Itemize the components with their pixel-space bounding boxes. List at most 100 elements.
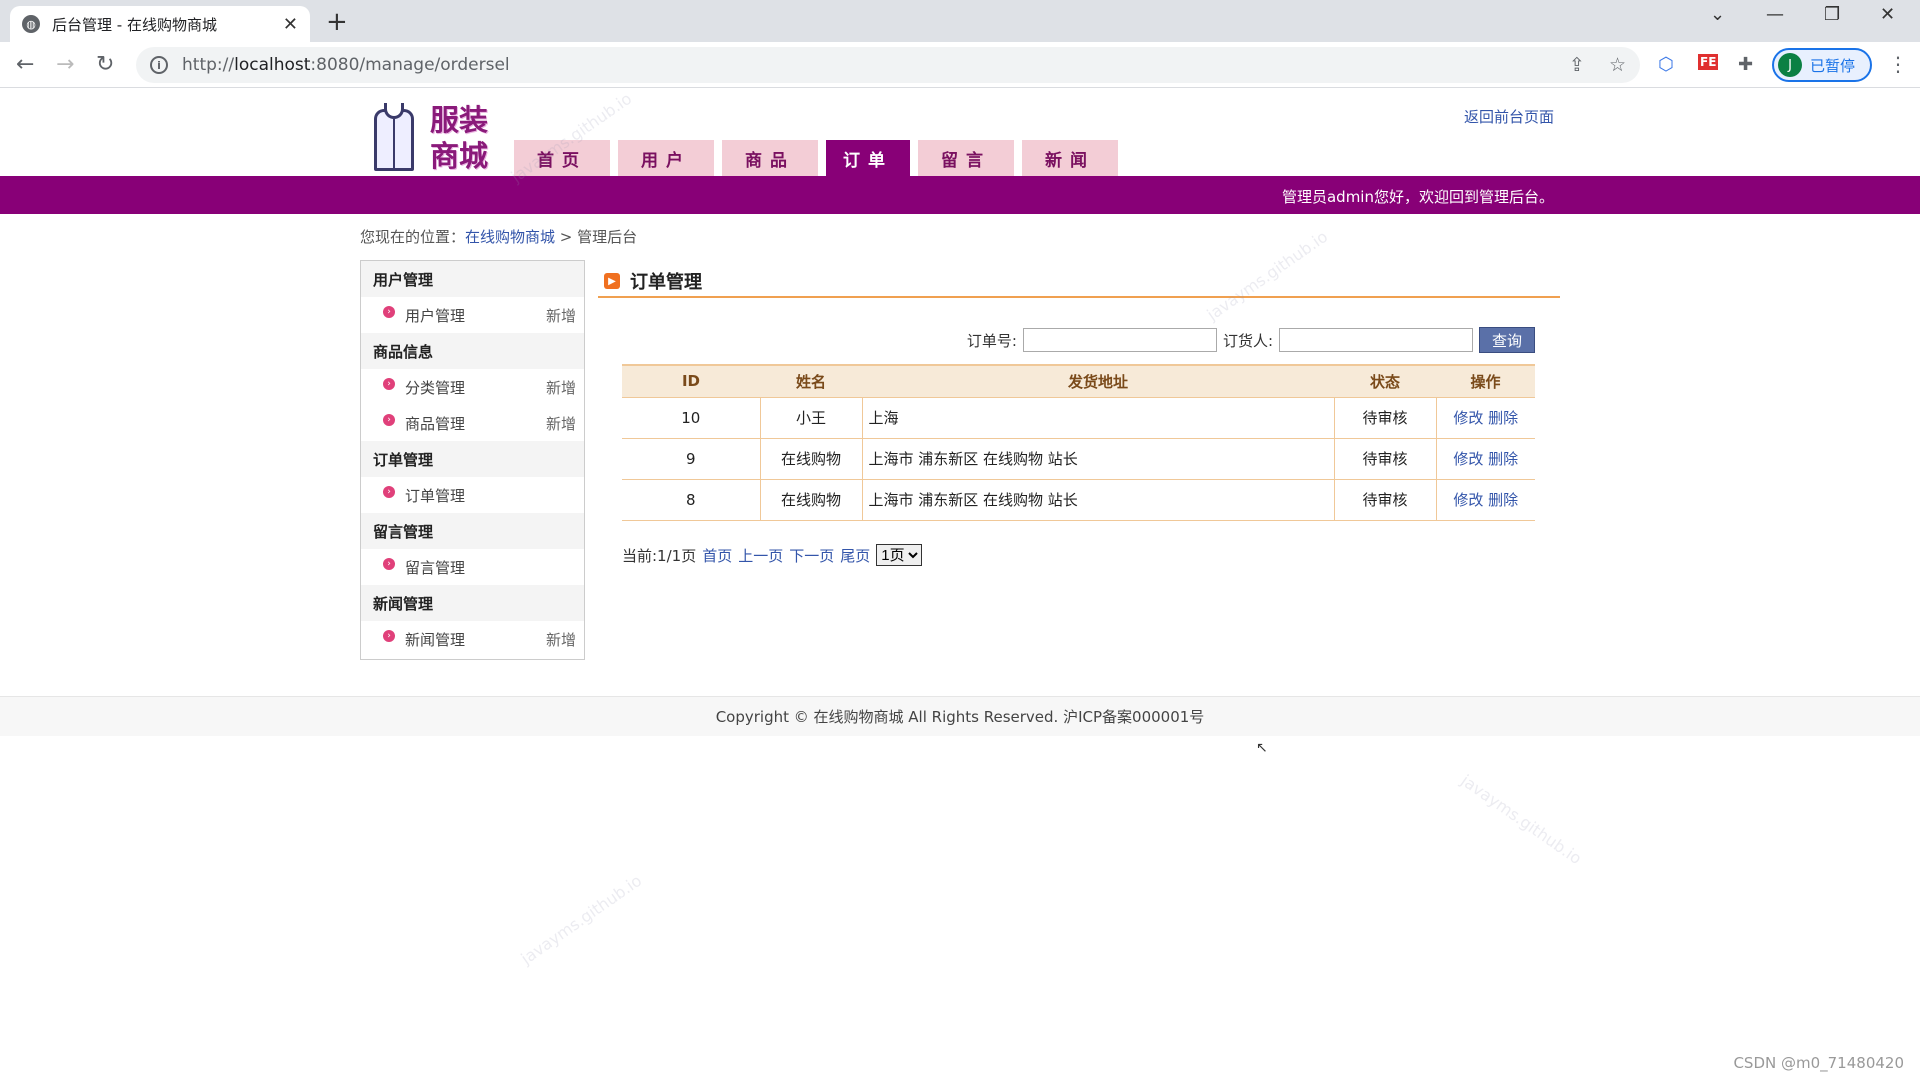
bookmark-star-icon[interactable]: ☆ [1609,54,1626,76]
last-page-link[interactable]: 尾页 [840,545,870,566]
breadcrumb-separator: > [555,228,578,246]
page-title: 订单管理 [630,272,702,293]
profile-status-label: 已暂停 [1810,56,1856,75]
search-form: 订单号: 订货人: 查询 [598,326,1535,354]
browser-tab[interactable]: ◍ 后台管理 - 在线购物商城 ✕ [10,6,310,42]
site-footer: Copyright © 在线购物商城 All Rights Reserved. … [0,696,1920,736]
table-row: 9 在线购物 上海市 浦东新区 在线购物 站长 待审核 修改 删除 [622,438,1535,480]
browser-toolbar: ← → ↻ i http://localhost:8080/manage/ord… [0,42,1920,88]
sidebar-group-news: 新闻管理 [361,585,584,621]
edit-link[interactable]: 修改 [1453,450,1483,468]
tab-search-chevron-icon[interactable]: ⌄ [1710,4,1725,25]
cell-id: 8 [622,479,760,521]
bullet-icon: › [383,486,395,498]
cell-name: 小王 [759,397,862,439]
site-header: 服装 商城 返回前台页面 首页 用户 商品 订单 留言 新闻 [0,88,1920,176]
pagination: 当前:1/1页 首页 上一页 下一页 尾页 1页 [622,544,923,566]
cell-status: 待审核 [1333,397,1436,439]
edit-link[interactable]: 修改 [1453,491,1483,509]
buyer-input[interactable] [1279,328,1473,352]
back-icon[interactable]: ← [16,52,34,77]
return-frontend-link[interactable]: 返回前台页面 [1464,106,1554,127]
table-row: 8 在线购物 上海市 浦东新区 在线购物 站长 待审核 修改 删除 [622,479,1535,521]
sidebar-group-messages: 留言管理 [361,513,584,549]
sidebar-item-message-manage: › 留言管理 [361,549,584,585]
sidebar-item-user-manage: › 用户管理 新增 [361,297,584,333]
reload-icon[interactable]: ↻ [96,52,114,77]
nav-tab-products[interactable]: 商品 [722,140,818,176]
url-text: http://localhost:8080/manage/ordersel [182,55,510,75]
cell-address: 上海市 浦东新区 在线购物 站长 [861,438,1334,480]
sidebar-link-category-manage[interactable]: 分类管理 [405,377,465,398]
profile-button[interactable]: J 已暂停 [1772,48,1872,82]
add-news-link[interactable]: 新增 [546,629,576,650]
logo-text: 服装 商城 [430,103,489,173]
sidebar-link-message-manage[interactable]: 留言管理 [405,557,465,578]
minimize-icon[interactable]: — [1766,4,1784,25]
nav-tab-messages[interactable]: 留言 [918,140,1014,176]
delete-link[interactable]: 删除 [1488,409,1518,427]
order-no-label: 订单号: [966,331,1017,350]
site-info-icon[interactable]: i [150,56,168,74]
delete-link[interactable]: 删除 [1488,491,1518,509]
globe-icon: ◍ [22,15,40,33]
search-button[interactable]: 查询 [1479,327,1535,353]
extension-fe-icon[interactable]: FE [1698,54,1719,70]
cell-actions: 修改 删除 [1435,479,1535,521]
restore-icon[interactable]: ❐ [1824,4,1840,25]
new-tab-icon[interactable]: + [326,7,348,37]
cell-name: 在线购物 [759,438,862,480]
site-logo[interactable]: 服装 商城 [368,102,500,174]
prev-page-link[interactable]: 上一页 [738,545,783,566]
next-page-link[interactable]: 下一页 [789,545,834,566]
address-bar[interactable]: i http://localhost:8080/manage/ordersel … [136,47,1640,83]
breadcrumb: 您现在的位置：在线购物商城 > 管理后台 [360,226,637,247]
bullet-icon: › [383,630,395,642]
col-header-name: 姓名 [760,364,862,398]
edit-link[interactable]: 修改 [1453,409,1483,427]
first-page-link[interactable]: 首页 [702,545,732,566]
page-indicator: 当前:1/1页 [622,546,697,565]
close-tab-icon[interactable]: ✕ [283,14,298,35]
avatar: J [1778,53,1802,77]
cell-id: 9 [622,438,760,480]
table-row: 10 小王 上海 待审核 修改 删除 [622,397,1535,439]
bullet-icon: › [383,558,395,570]
sidebar-group-products: 商品信息 [361,333,584,369]
nav-tab-users[interactable]: 用户 [618,140,714,176]
browser-menu-icon[interactable]: ⋮ [1888,52,1908,76]
cell-actions: 修改 删除 [1435,438,1535,480]
extensions-puzzle-icon[interactable]: ✚ [1738,54,1753,75]
extension-hexagon-icon[interactable]: ⬡ [1658,54,1674,75]
sidebar-item-product-manage: › 商品管理 新增 [361,405,584,441]
delete-link[interactable]: 删除 [1488,450,1518,468]
add-category-link[interactable]: 新增 [546,377,576,398]
csdn-watermark: CSDN @m0_71480420 [1733,1054,1904,1072]
forward-icon[interactable]: → [56,52,74,77]
table-header-row: ID 姓名 发货地址 状态 操作 [622,364,1535,398]
bullet-icon: › [383,306,395,318]
sidebar-link-user-manage[interactable]: 用户管理 [405,305,465,326]
add-product-link[interactable]: 新增 [546,413,576,434]
col-header-address: 发货地址 [862,364,1334,398]
buyer-label: 订货人: [1222,331,1273,350]
welcome-text: 管理员admin您好，欢迎回到管理后台。 [1281,188,1554,206]
breadcrumb-home-link[interactable]: 在线购物商城 [465,228,555,246]
sidebar-link-product-manage[interactable]: 商品管理 [405,413,465,434]
nav-tab-orders[interactable]: 订单 [826,140,910,176]
cell-address: 上海市 浦东新区 在线购物 站长 [861,479,1334,521]
close-window-icon[interactable]: ✕ [1880,4,1895,25]
add-user-link[interactable]: 新增 [546,305,576,326]
page-select[interactable]: 1页 [876,544,923,566]
col-header-status: 状态 [1334,364,1436,398]
admin-sidebar: 用户管理 › 用户管理 新增 商品信息 › 分类管理 新增 › 商品管理 新增 … [360,260,585,660]
main-panel: ▶ 订单管理 订单号: 订货人: 查询 ID 姓名 发货地址 状态 操作 10 … [598,266,1560,566]
orders-table: ID 姓名 发货地址 状态 操作 10 小王 上海 待审核 修改 删除 9 在线… [622,364,1535,521]
cell-id: 10 [622,397,760,439]
order-no-input[interactable] [1022,328,1217,352]
sidebar-link-news-manage[interactable]: 新闻管理 [405,629,465,650]
nav-tab-news[interactable]: 新闻 [1022,140,1118,176]
col-header-actions: 操作 [1436,364,1535,398]
share-icon[interactable]: ⇪ [1569,54,1585,76]
sidebar-link-order-manage[interactable]: 订单管理 [405,485,465,506]
